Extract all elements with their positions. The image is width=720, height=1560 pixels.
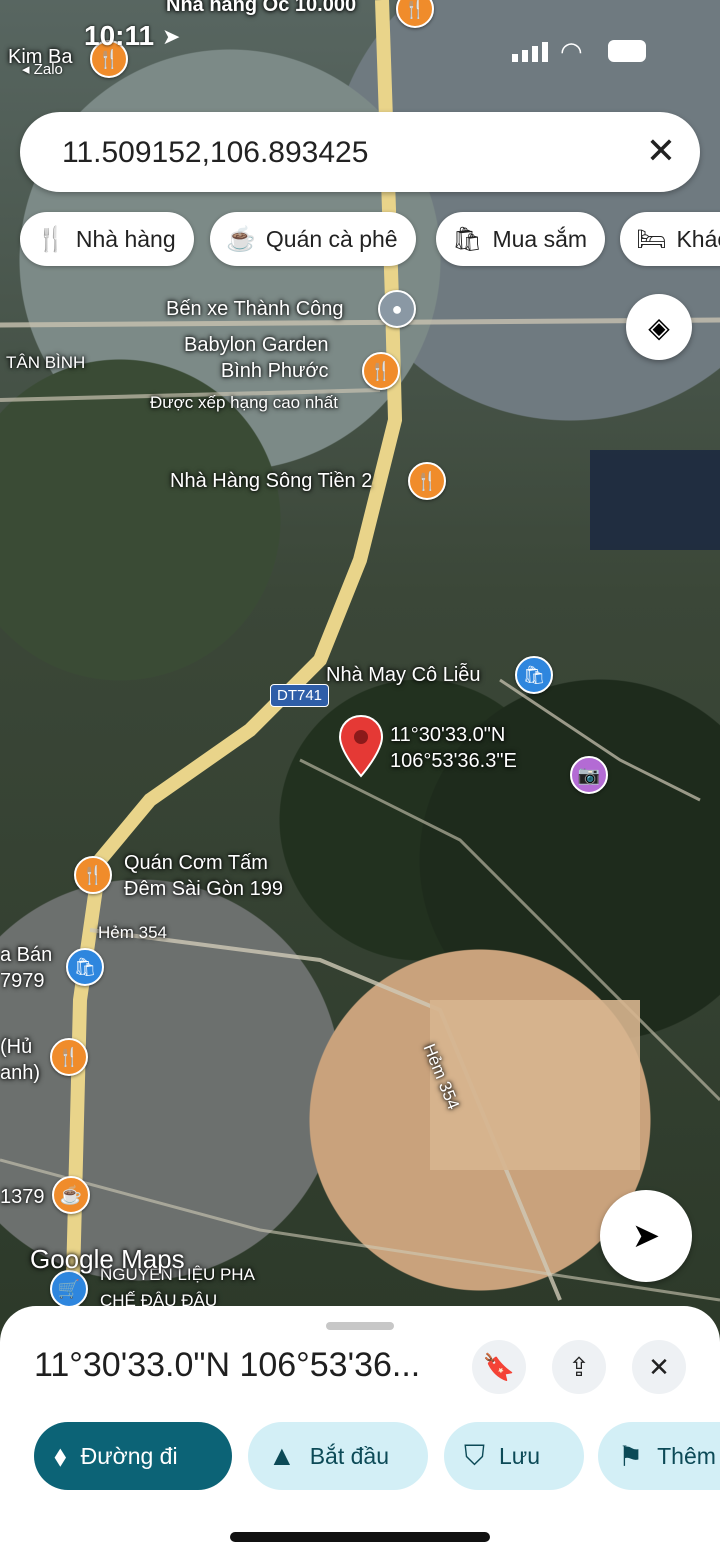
- status-bar: 10:11 ➤ ◂ Zalo ◠: [0, 0, 720, 80]
- chip-coffee[interactable]: ☕ Quán cà phê: [210, 212, 416, 266]
- number-1379-label[interactable]: 1379: [0, 1184, 45, 1210]
- chip-restaurants[interactable]: 🍴 Nhà hàng: [20, 212, 194, 266]
- a-ban-label[interactable]: a Bán 7979: [0, 942, 52, 994]
- camera-icon[interactable]: 📷: [570, 756, 608, 794]
- start-button[interactable]: ▲ Bắt đầu: [248, 1422, 428, 1490]
- share-icon: ⇪: [568, 1351, 590, 1382]
- shopping-bag-icon: 🛍: [452, 225, 483, 253]
- my-location-button[interactable]: ➤: [600, 1190, 692, 1282]
- save-button[interactable]: ⛉ Lưu: [444, 1422, 584, 1490]
- flag-icon: ⚑: [618, 1440, 644, 1472]
- back-to-app-label[interactable]: ◂ Zalo: [22, 60, 63, 78]
- bookmark-icon: ⛉: [464, 1439, 486, 1471]
- close-icon[interactable]: ✕: [646, 130, 676, 172]
- navigation-arrow-icon: ➤: [631, 1217, 661, 1255]
- coffee-icon: ☕: [226, 225, 256, 253]
- com-tam-label[interactable]: Quán Cơm Tấm Đêm Sài Gòn 199: [124, 850, 283, 902]
- battery-icon: [608, 40, 646, 62]
- bus-station-icon[interactable]: ●: [378, 290, 416, 328]
- place-bottom-sheet[interactable]: 11°30'33.0"N 106°53'36... 🔖 ⇪ ✕ ⬧ Đường đ…: [0, 1306, 720, 1560]
- place-title: 11°30'33.0"N 106°53'36...: [34, 1346, 421, 1384]
- google-maps-attribution: Google Maps: [30, 1244, 185, 1274]
- ben-xe-label[interactable]: Bến xe Thành Công: [166, 296, 344, 322]
- shopping-icon[interactable]: 🛍: [66, 948, 104, 986]
- road-badge-dt741: DT741: [270, 684, 330, 707]
- directions-icon: ⬧: [54, 1439, 67, 1471]
- road-layer: [0, 0, 720, 1320]
- location-arrow-icon: ➤: [162, 24, 181, 49]
- restaurant-icon: 🍴: [36, 225, 66, 253]
- signal-icon: [512, 42, 548, 62]
- cart-icon[interactable]: 🛒: [50, 1270, 88, 1308]
- layers-button[interactable]: ◈: [626, 294, 692, 360]
- status-time: 10:11: [84, 20, 155, 51]
- wifi-icon: ◠: [560, 36, 583, 66]
- tan-binh-label: TÂN BÌNH: [6, 353, 86, 372]
- coordinates-label: 11°30'33.0"N 106°53'36.3"E: [390, 724, 517, 772]
- restaurant-icon[interactable]: 🍴: [74, 856, 112, 894]
- chip-label: Nhà hàng: [75, 225, 176, 252]
- back-app-name: Zalo: [33, 61, 63, 78]
- shopping-icon[interactable]: 🛍: [515, 656, 553, 694]
- babylon-label[interactable]: Babylon Garden Bình Phước: [184, 332, 329, 384]
- satellite-map[interactable]: Nhà hàng Ốc 10.000 🍴 Kim Ba 🍴 Bến xe Thà…: [0, 0, 720, 1320]
- more-button[interactable]: ⚑ Thêm: [598, 1422, 720, 1490]
- location-pin-icon[interactable]: [338, 714, 384, 778]
- nha-may-label[interactable]: Nhà May Cô Liễu: [326, 662, 481, 688]
- directions-label: Đường đi: [80, 1442, 178, 1469]
- restaurant-icon[interactable]: 🍴: [50, 1038, 88, 1076]
- chip-label: Mua sắm: [492, 225, 588, 252]
- chip-label: Khác: [676, 225, 720, 252]
- chip-more[interactable]: 🛏 Khác: [620, 212, 720, 266]
- home-indicator[interactable]: [230, 1532, 490, 1542]
- bookmark-icon: 🔖: [482, 1351, 516, 1382]
- bed-icon: 🛏: [636, 225, 667, 253]
- hem-354-label: Hẻm 354: [98, 923, 167, 942]
- song-tien-label[interactable]: Nhà Hàng Sông Tiền 2: [170, 468, 372, 494]
- share-button[interactable]: ⇪: [552, 1340, 606, 1394]
- navigation-arrow-icon: ▲: [268, 1440, 296, 1471]
- save-icon-button[interactable]: 🔖: [472, 1340, 526, 1394]
- layers-icon: ◈: [648, 311, 670, 343]
- close-icon: ✕: [648, 1351, 670, 1382]
- drag-handle[interactable]: [326, 1322, 394, 1330]
- babylon-rating-label: Được xếp hạng cao nhất: [150, 393, 338, 412]
- restaurant-icon[interactable]: 🍴: [362, 352, 400, 390]
- chip-label: Quán cà phê: [265, 225, 398, 252]
- close-sheet-button[interactable]: ✕: [632, 1340, 686, 1394]
- search-bar[interactable]: 11.509152,106.893425 ✕: [20, 112, 700, 192]
- save-label: Lưu: [499, 1442, 540, 1469]
- restaurant-icon[interactable]: 🍴: [408, 462, 446, 500]
- coffee-icon[interactable]: ☕: [52, 1176, 90, 1214]
- chip-shopping[interactable]: 🛍 Mua sắm: [436, 212, 606, 266]
- search-input[interactable]: 11.509152,106.893425: [62, 136, 368, 170]
- start-label: Bắt đầu: [309, 1442, 390, 1469]
- hu-anh-label[interactable]: (Hủ anh): [0, 1034, 40, 1086]
- more-label: Thêm: [657, 1442, 716, 1469]
- directions-button[interactable]: ⬧ Đường đi: [34, 1422, 232, 1490]
